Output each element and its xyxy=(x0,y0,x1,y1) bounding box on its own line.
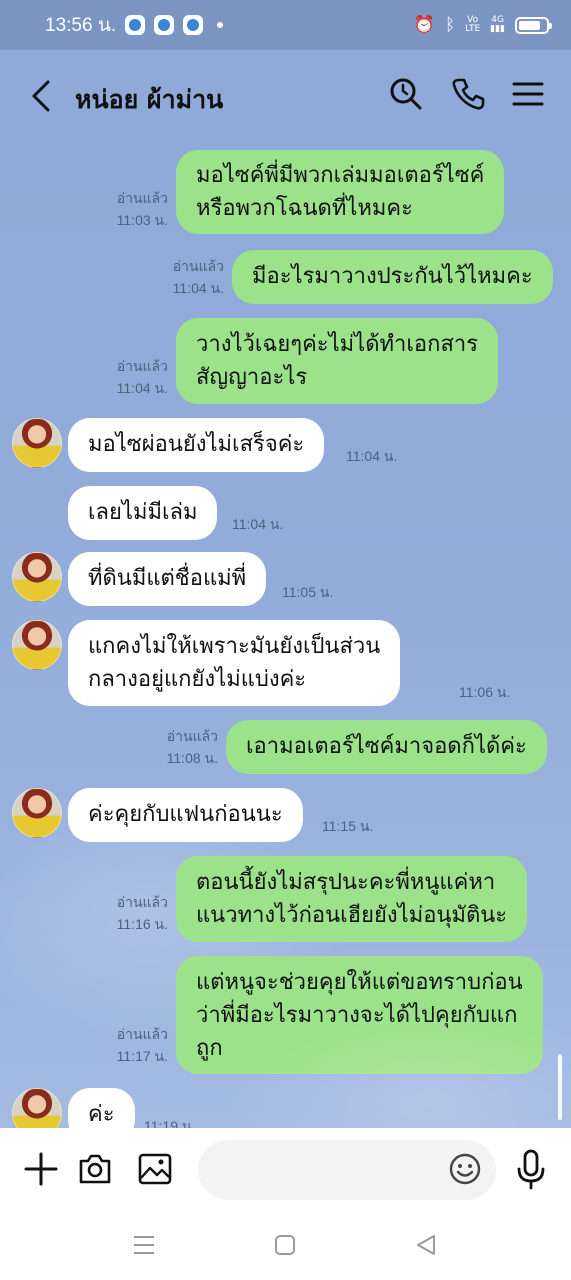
read-receipt: อ่านแล้ว xyxy=(116,894,168,910)
outgoing-message-bubble[interactable]: เอามอเตอร์ไซค์มาจอดก็ได้ค่ะ xyxy=(226,720,547,774)
message-text: วางไว้เฉยๆค่ะไม่ได้ทำเอกสาร xyxy=(196,332,479,357)
avatar[interactable] xyxy=(12,552,62,602)
read-receipt: อ่านแล้ว xyxy=(166,728,218,744)
message-text: เลยไม่มีเล่ม xyxy=(88,500,198,525)
menu-icon[interactable] xyxy=(510,76,546,112)
notification-app-icon xyxy=(154,15,175,35)
chat-title[interactable]: หน่อย ผ้าม่าน xyxy=(75,80,223,120)
status-time: 13:56 น. xyxy=(45,15,117,36)
back-icon[interactable] xyxy=(28,78,58,114)
plus-icon[interactable] xyxy=(22,1150,60,1188)
bluetooth-icon: ᛒ xyxy=(444,14,456,35)
message-text: ค่ะคุยกับแฟนก่อนนะ xyxy=(88,802,283,827)
message-text: ค่ะ xyxy=(88,1102,115,1127)
battery-icon xyxy=(515,16,552,34)
message-text: มอไซผ่อนยังไม่เสร็จค่ะ xyxy=(88,432,305,457)
message-text: เอามอเตอร์ไซค์มาจอดก็ได้ค่ะ xyxy=(246,734,527,759)
incoming-message-bubble[interactable]: เลยไม่มีเล่ม xyxy=(68,486,218,540)
message-text: แกคงไม่ให้เพราะมันยังเป็นส่วน xyxy=(88,634,381,659)
phone-icon[interactable] xyxy=(450,76,486,112)
message-text: ตอนนี้ยังไม่สรุปนะคะพี่หนูแค่หา xyxy=(196,870,496,895)
outgoing-message-bubble[interactable]: วางไว้เฉยๆค่ะไม่ได้ทำเอกสาร สัญญาอะไร xyxy=(176,318,499,404)
message-time: 11:04 น. xyxy=(116,380,168,396)
message-time: 11:03 น. xyxy=(116,212,168,228)
alarm-icon: ⏰ xyxy=(413,14,435,35)
emoji-icon[interactable] xyxy=(448,1152,482,1186)
message-time: 11:15 น. xyxy=(322,818,374,834)
message-text: แต่หนูจะช่วยคุยให้แต่ขอทราบก่อน xyxy=(196,970,523,995)
image-icon[interactable] xyxy=(136,1150,174,1188)
message-time: 11:04 น. xyxy=(172,280,224,296)
avatar[interactable] xyxy=(12,418,62,468)
message-text: มีอะไรมาวางประกันไว้ไหมคะ xyxy=(252,264,533,289)
avatar[interactable] xyxy=(12,1088,62,1128)
message-text: กลางอยู่แกยังไม่แบ่งค่ะ xyxy=(88,667,307,692)
chat-header: หน่อย ผ้าม่าน xyxy=(0,50,571,142)
status-indicators: ⏰ ᛒ Vo LTE 4G ▮▮▮ xyxy=(413,14,552,35)
incoming-message-bubble[interactable]: มอไซผ่อนยังไม่เสร็จค่ะ xyxy=(68,418,325,472)
outgoing-message-bubble[interactable]: มีอะไรมาวางประกันไว้ไหมคะ xyxy=(232,250,553,304)
incoming-message-bubble[interactable]: ค่ะ xyxy=(68,1088,135,1128)
message-text: ว่าพี่มีอะไรมาวางจะได้ไปคุยกับแก xyxy=(196,1003,518,1028)
message-input-bar xyxy=(0,1128,571,1214)
incoming-message-bubble[interactable]: ที่ดินมีแต่ชื่อแม่พี่ xyxy=(68,552,267,606)
volte-icon: Vo LTE xyxy=(465,15,481,34)
message-time: 11:16 น. xyxy=(116,916,168,932)
message-time: 11:04 น. xyxy=(346,448,398,464)
message-time: 11:04 น. xyxy=(232,516,284,532)
system-back-icon[interactable] xyxy=(413,1232,439,1258)
chat-scrollbar[interactable] xyxy=(558,1054,562,1120)
recent-apps-icon[interactable] xyxy=(131,1232,157,1258)
chat-messages[interactable]: มอไซค์พี่มีพวกเล่มมอเตอร์ไซค์ หรือพวกโฉน… xyxy=(0,142,571,1128)
read-receipt: อ่านแล้ว xyxy=(116,358,168,374)
battery-level xyxy=(519,20,540,30)
message-text: ที่ดินมีแต่ชื่อแม่พี่ xyxy=(88,566,247,591)
search-icon[interactable] xyxy=(388,76,424,112)
message-text: แนวทางไว้ก่อนเฮียยังไม่อนุมัตินะ xyxy=(196,903,508,928)
incoming-message-bubble[interactable]: ค่ะคุยกับแฟนก่อนนะ xyxy=(68,788,303,842)
avatar[interactable] xyxy=(12,788,62,838)
mic-icon[interactable] xyxy=(514,1148,548,1192)
message-text: หรือพวกโฉนดที่ไหมคะ xyxy=(196,196,413,221)
read-receipt: อ่านแล้ว xyxy=(172,258,224,274)
message-time: 11:05 น. xyxy=(282,584,334,600)
camera-icon[interactable] xyxy=(76,1150,114,1188)
notification-app-icon xyxy=(125,15,146,35)
read-receipt: อ่านแล้ว xyxy=(116,1026,168,1042)
notification-app-icon xyxy=(183,15,204,35)
message-time: 11:08 น. xyxy=(166,750,218,766)
message-time: 11:17 น. xyxy=(116,1048,168,1064)
status-bar: 13:56 น. ⏰ ᛒ Vo LTE 4G ▮▮▮ xyxy=(0,0,571,50)
message-text: สัญญาอะไร xyxy=(196,365,308,390)
message-time: 11:06 น. xyxy=(459,684,511,700)
outgoing-message-bubble[interactable]: แต่หนูจะช่วยคุยให้แต่ขอทราบก่อน ว่าพี่มี… xyxy=(176,956,543,1074)
avatar[interactable] xyxy=(12,620,62,670)
home-icon[interactable] xyxy=(272,1232,298,1258)
network-type: 4G ▮▮▮ xyxy=(490,15,505,34)
outgoing-message-bubble[interactable]: มอไซค์พี่มีพวกเล่มมอเตอร์ไซค์ หรือพวกโฉน… xyxy=(176,150,505,234)
system-navigation-bar xyxy=(0,1214,571,1280)
more-notifications-icon xyxy=(217,22,224,28)
message-text: มอไซค์พี่มีพวกเล่มมอเตอร์ไซค์ xyxy=(196,163,485,188)
outgoing-message-bubble[interactable]: ตอนนี้ยังไม่สรุปนะคะพี่หนูแค่หา แนวทางไว… xyxy=(176,856,528,942)
message-time: 11:19 น. xyxy=(144,1118,196,1128)
incoming-message-bubble[interactable]: แกคงไม่ให้เพราะมันยังเป็นส่วน กลางอยู่แก… xyxy=(68,620,401,706)
message-text: ถูก xyxy=(196,1036,223,1061)
read-receipt: อ่านแล้ว xyxy=(116,190,168,206)
